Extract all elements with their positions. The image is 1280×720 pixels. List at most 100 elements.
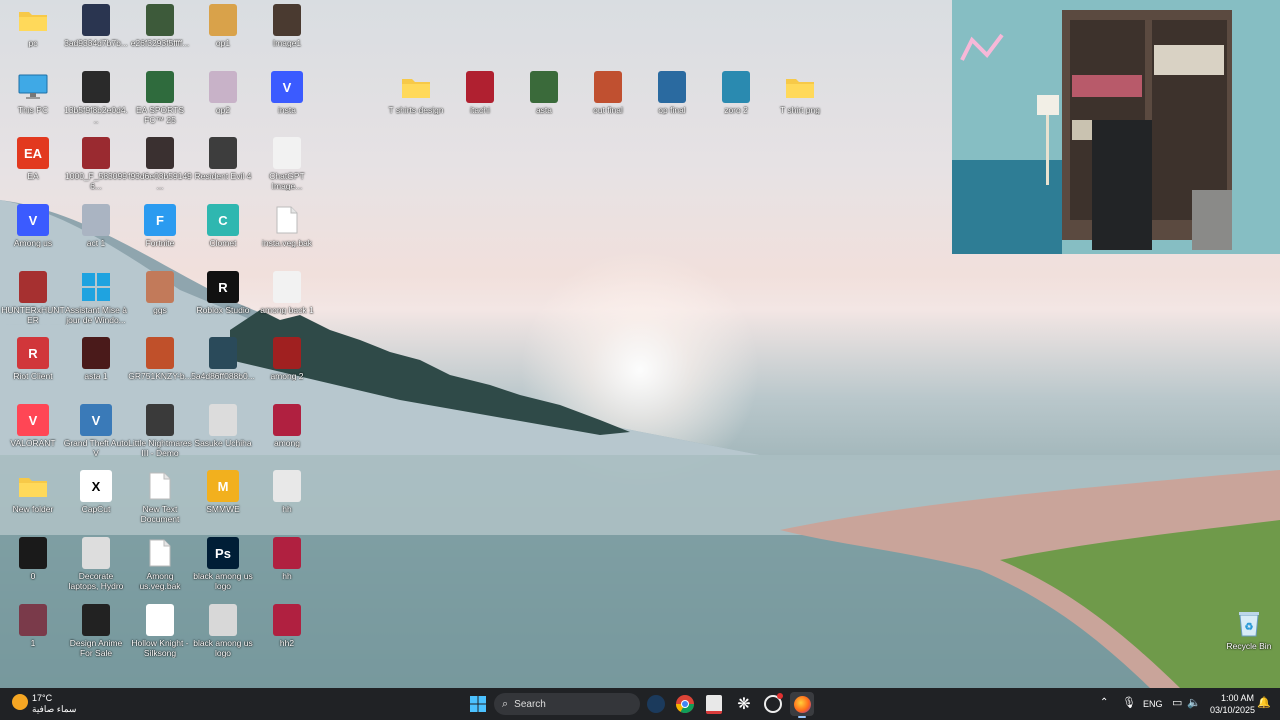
desktop-icon[interactable]: Vinsta [254, 67, 320, 129]
desktop-icon[interactable]: asta 1 [63, 333, 129, 395]
desktop-icon[interactable]: Resident Evil 4 [190, 133, 256, 195]
steam-icon [647, 695, 665, 713]
desktop-icon[interactable]: 5a4d86ff088b0... [190, 333, 256, 395]
desktop-icon[interactable]: insta.veg.bak [254, 200, 320, 262]
desktop-icon[interactable]: e26f3293f5ffff... [127, 0, 193, 62]
desktop-icon-label: insta.veg.bak [261, 238, 313, 248]
desktop-icon[interactable]: 0 [0, 533, 66, 595]
desktop-icon[interactable]: pc [0, 0, 66, 62]
image-thumbnail-icon [19, 271, 47, 303]
desktop-icon-label: Hollow Knight - Silksong [131, 638, 189, 658]
desktop-icon[interactable]: act 1 [63, 200, 129, 262]
app-icon: EA [17, 137, 49, 169]
app-icon: X [80, 470, 112, 502]
desktop-icon[interactable]: V Grand Theft Auto V [63, 400, 129, 462]
image-thumbnail-icon [209, 137, 237, 169]
desktop-icon[interactable]: Ps black among us logo [190, 533, 256, 595]
desktop-icon[interactable]: asta [511, 67, 577, 129]
desktop-icon[interactable]: hh [254, 533, 320, 595]
chrome-button[interactable] [673, 692, 697, 716]
desktop-icon[interactable]: 1000_F_5830996... [63, 133, 129, 195]
chatgpt-button[interactable]: ❋ [732, 692, 756, 716]
desktop-icon[interactable]: HUNTERxHUNTER NENxIMPACT [0, 267, 66, 329]
desktop-icon[interactable]: 1 [0, 600, 66, 662]
desktop-icon[interactable]: itachi [447, 67, 513, 129]
desktop-icon[interactable]: New folder [0, 466, 66, 528]
windows-start-icon [470, 696, 486, 712]
language-indicator[interactable]: ENG [1143, 699, 1163, 709]
desktop-icon[interactable]: Little Nightmares III - Demo [127, 400, 193, 462]
desktop-icon[interactable]: op final [639, 67, 705, 129]
desktop-icon[interactable]: op2 [190, 67, 256, 129]
desktop-icon-label: Among us [13, 238, 53, 248]
desktop-icon[interactable]: Image1 [254, 0, 320, 62]
notification-dot [777, 693, 783, 699]
notification-bell-icon[interactable]: 🔔 [1257, 696, 1271, 709]
desktop-icon[interactable]: Decorate laptops, Hydro Flasks, c... [63, 533, 129, 595]
desktop-icon[interactable]: ChatGPT Image... [254, 133, 320, 195]
weather-widget[interactable]: 17°C سماء صافية [10, 692, 90, 716]
opera-gx-button[interactable] [761, 692, 785, 716]
desktop-icon-label: out final [593, 105, 623, 115]
desktop-icon[interactable]: among back 1 [254, 267, 320, 329]
desktop-icon[interactable]: zoro 2 [703, 67, 769, 129]
desktop-icon[interactable]: hh [254, 466, 320, 528]
desktop-icon-label: Assistant Mise à jour de Windo... [65, 305, 127, 325]
desktop-icon[interactable]: R Roblox Studio [190, 267, 256, 329]
desktop-icon[interactable]: EA SPORTS FC™ 25 [127, 67, 193, 129]
desktop-icon[interactable]: among 2 [254, 333, 320, 395]
image-thumbnail-icon [209, 337, 237, 369]
clock-time[interactable]: 1:00 AM [1221, 693, 1254, 703]
desktop-icon[interactable]: New Text Document [127, 466, 193, 528]
desktop-icon[interactable]: GR751KNZY-b... [127, 333, 193, 395]
steam-button[interactable] [644, 692, 668, 716]
desktop-icon-label: Riot Client [13, 371, 53, 381]
desktop-icon[interactable]: among [254, 400, 320, 462]
tray-overflow-chevron-icon[interactable]: ⌃ [1100, 697, 1108, 708]
desktop-icon[interactable]: 13b5f9f8b2e0d4... [63, 67, 129, 129]
firefox-icon [793, 695, 811, 713]
weather-sun-icon [12, 694, 28, 710]
desktop-icon[interactable]: black among us logo [190, 600, 256, 662]
windows-logo-icon [80, 271, 112, 303]
desktop-icon-label: 3ad9334d7b7b... [64, 38, 128, 48]
desktop-icon[interactable]: out final [575, 67, 641, 129]
desktop-icon[interactable]: T shirts design [383, 67, 449, 129]
desktop-icon-label: hh [282, 504, 292, 514]
desktop-icon-label: insta [278, 105, 296, 115]
desktop-icon[interactable]: V VALORANT [0, 400, 66, 462]
desktop-icon[interactable]: Hollow Knight - Silksong [127, 600, 193, 662]
desktop-icon[interactable]: V Among us [0, 200, 66, 262]
desktop-icon-label: 0 [30, 571, 36, 581]
app-icon: M [207, 470, 239, 502]
start-button[interactable] [466, 692, 490, 716]
desktop-icon[interactable]: F Fortnite [127, 200, 193, 262]
network-icon[interactable]: ▭ [1172, 696, 1182, 709]
desktop-icon[interactable]: Assistant Mise à jour de Windo... [63, 267, 129, 329]
desktop-icon[interactable]: ggs [127, 267, 193, 329]
desktop-icon[interactable]: f93d6e03b59149... [127, 133, 193, 195]
search-icon: ⌕ [502, 697, 509, 710]
volume-icon[interactable]: 🔈 [1187, 696, 1201, 709]
desktop-icon[interactable]: hh2 [254, 600, 320, 662]
desktop-icon[interactable]: op1 [190, 0, 256, 62]
desktop-icon[interactable]: T shirt png [767, 67, 833, 129]
recycle-bin-icon[interactable]: ♻ Recycle Bin [1216, 603, 1280, 665]
desktop-icon[interactable]: C Clomet [190, 200, 256, 262]
snipping-tool-button[interactable] [702, 692, 726, 716]
desktop-icon[interactable]: This PC [0, 67, 66, 129]
desktop-icon[interactable]: Among us.veg.bak [127, 533, 193, 595]
desktop-icon[interactable]: X CapCut [63, 466, 129, 528]
taskbar-search[interactable]: ⌕ Search [494, 693, 640, 715]
desktop-icon[interactable]: EA EA [0, 133, 66, 195]
clock-date[interactable]: 03/10/2025 [1210, 705, 1255, 715]
weather-desc: سماء صافية [32, 704, 77, 714]
desktop-icon[interactable]: M SMMWE [190, 466, 256, 528]
firefox-button[interactable] [790, 692, 814, 718]
microphone-icon[interactable]: 🎙 [1122, 696, 1136, 709]
desktop-icon[interactable]: R Riot Client [0, 333, 66, 395]
desktop-icon-label: SMMWE [206, 504, 240, 514]
desktop-icon[interactable]: Design Anime For Sale [63, 600, 129, 662]
desktop-icon[interactable]: 3ad9334d7b7b... [63, 0, 129, 62]
desktop-icon[interactable]: Sasuke Uchiha [190, 400, 256, 462]
